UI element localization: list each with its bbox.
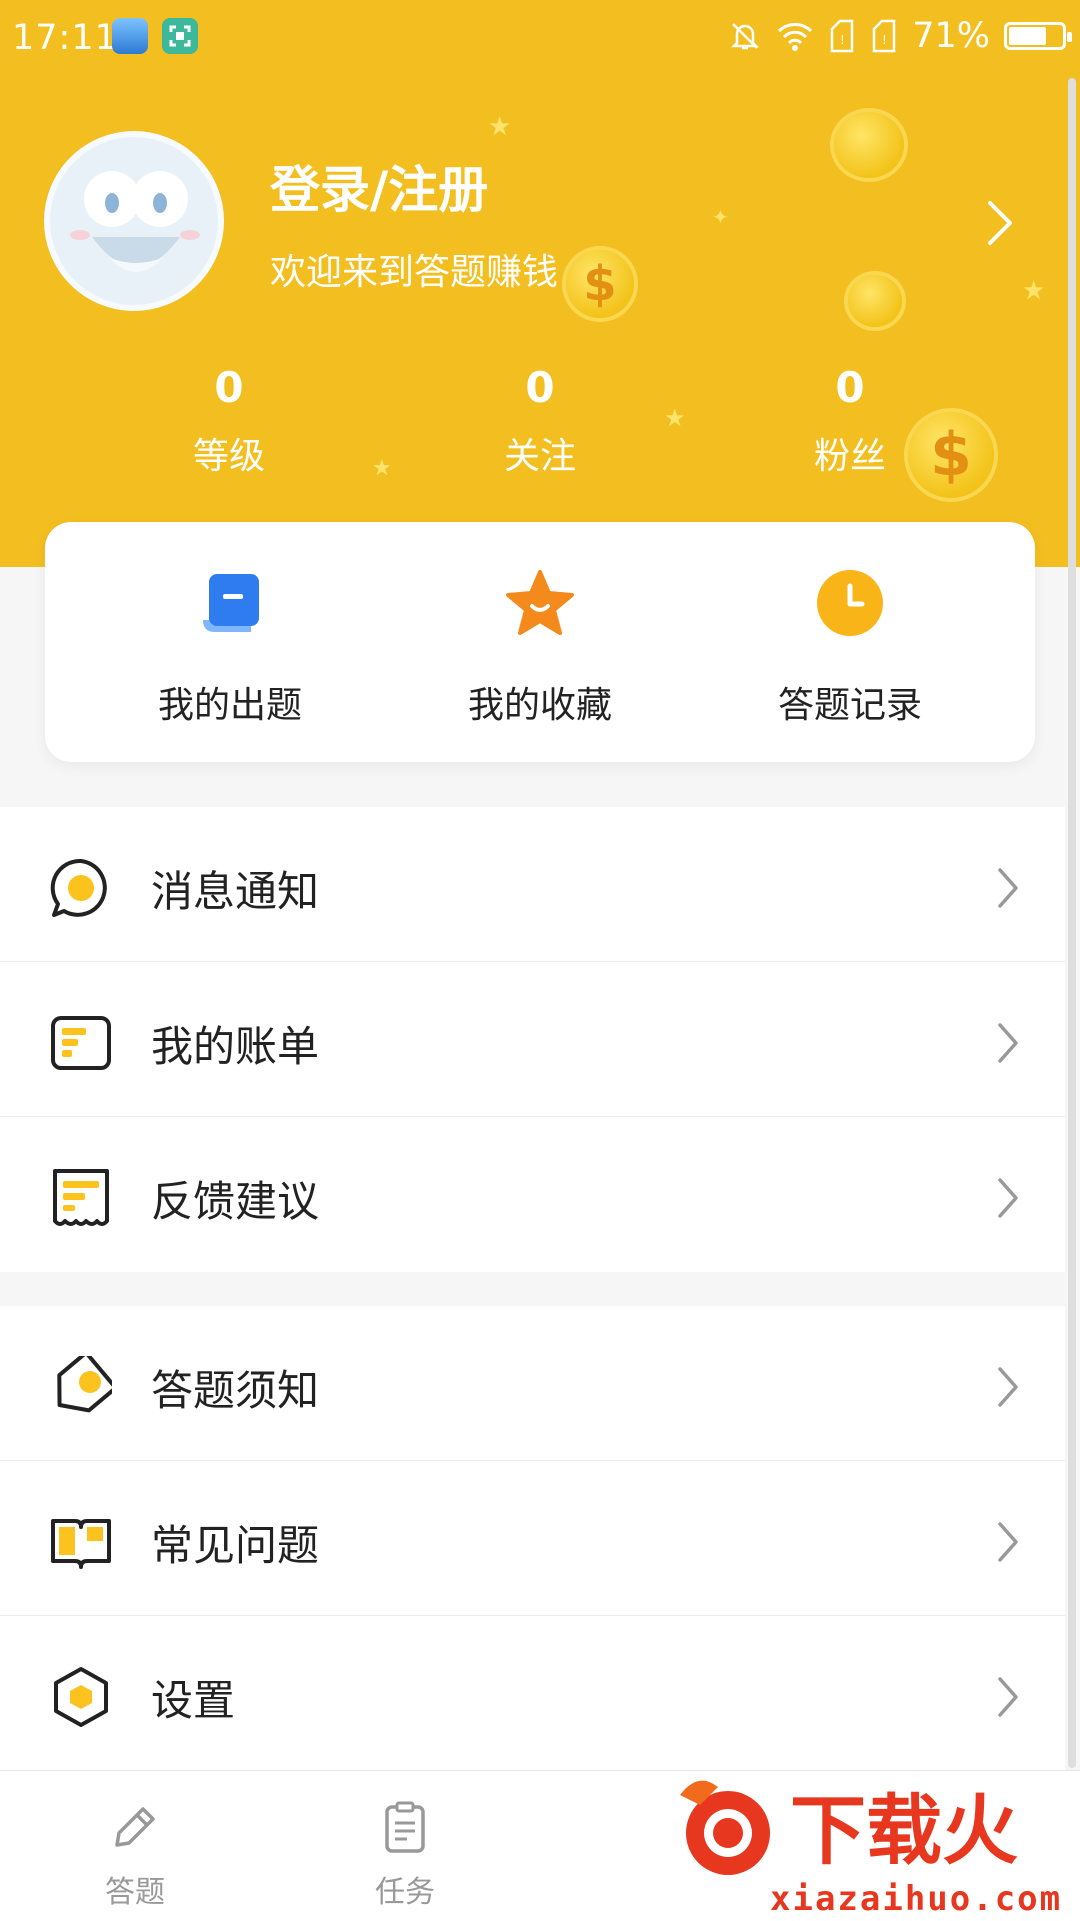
stat-value: 0	[525, 363, 555, 412]
screenshot-icon	[162, 18, 198, 54]
menu-item-answer-notice[interactable]: 答题须知	[0, 1306, 1065, 1461]
quick-action-label: 我的收藏	[467, 685, 612, 726]
sparkle-icon: ★	[488, 112, 512, 142]
menu-item-label: 答题须知	[151, 1366, 320, 1415]
battery-icon	[1004, 22, 1072, 50]
gallery-icon	[112, 18, 148, 54]
watermark-logo: 下载火 xiazaihuo.com	[680, 1780, 1062, 1919]
my-questions-icon	[203, 574, 259, 632]
coin-decoration-icon	[848, 275, 902, 327]
chevron-right-icon	[998, 1023, 1018, 1063]
sim2-icon: !	[872, 19, 896, 53]
pencil-icon	[115, 1807, 155, 1847]
menu-item-feedback[interactable]: 反馈建议	[0, 1117, 1065, 1272]
stat-following[interactable]: 0 关注	[430, 363, 650, 479]
clock-icon	[817, 570, 883, 636]
status-time: 17:11	[12, 18, 118, 58]
stat-label: 粉丝	[813, 436, 886, 477]
sparkle-icon: ★	[664, 404, 686, 432]
watermark-url: xiazaihuo.com	[770, 1879, 1062, 1919]
quick-action-label: 答题记录	[777, 685, 922, 726]
coin-decoration-icon	[834, 112, 904, 178]
favorite-star-icon	[506, 570, 574, 635]
dollar-coin-icon: $	[566, 250, 634, 318]
scrollbar[interactable]	[1068, 78, 1076, 1768]
stat-value: 0	[835, 363, 865, 412]
quick-action-my-questions[interactable]: 我的出题	[80, 568, 380, 728]
menu-item-faq[interactable]: 常见问题	[0, 1461, 1065, 1616]
message-bubble-icon	[50, 858, 107, 917]
login-register-title[interactable]: 登录/注册	[270, 150, 488, 222]
stat-level[interactable]: 0 等级	[119, 363, 339, 479]
stat-value: 0	[214, 363, 244, 412]
book-icon	[51, 1519, 111, 1569]
welcome-subtitle: 欢迎来到答题赚钱	[270, 252, 559, 293]
stat-label: 关注	[503, 436, 576, 477]
menu-item-label: 消息通知	[151, 867, 320, 916]
bill-icon	[51, 1016, 111, 1070]
menu-item-my-bill[interactable]: 我的账单	[0, 962, 1065, 1117]
battery-percent: 71%	[912, 16, 990, 56]
stat-label: 等级	[192, 436, 265, 477]
chevron-right-icon[interactable]	[985, 198, 1015, 248]
status-bar: 17:11 ! ! 71%	[0, 0, 1080, 78]
menu-item-label: 反馈建议	[151, 1177, 320, 1226]
hexagon-settings-icon	[54, 1667, 108, 1727]
menu-item-label: 常见问题	[151, 1521, 320, 1570]
chevron-right-icon	[998, 1178, 1018, 1218]
chevron-right-icon	[998, 1677, 1018, 1717]
menu-item-label: 我的账单	[151, 1022, 320, 1071]
menu-item-notifications[interactable]: 消息通知	[0, 807, 1065, 962]
chevron-right-icon	[998, 868, 1018, 908]
quick-action-favorites[interactable]: 我的收藏	[390, 568, 690, 728]
quick-actions-card: 我的出题 我的收藏 答题记录	[45, 522, 1035, 762]
tag-icon	[57, 1356, 112, 1413]
quick-action-answer-history[interactable]: 答题记录	[700, 568, 1000, 728]
menu-group-2: 答题须知 常见问题 设置	[0, 1306, 1065, 1771]
sparkle-icon: ★	[372, 456, 392, 481]
chevron-right-icon	[998, 1367, 1018, 1407]
wifi-icon	[778, 23, 813, 51]
chevron-right-icon	[998, 1522, 1018, 1562]
sparkle-icon: ★	[1022, 276, 1046, 306]
watermark-logo-text: 下载火	[790, 1786, 1018, 1875]
mute-bell-icon	[731, 23, 760, 50]
menu-item-settings[interactable]: 设置	[0, 1616, 1065, 1771]
tab-label: 答题	[105, 1875, 165, 1910]
svg-text:!: !	[882, 33, 887, 47]
avatar[interactable]	[44, 131, 224, 311]
svg-text:!: !	[840, 33, 845, 47]
sparkle-icon: ✦	[712, 205, 729, 229]
tab-answer[interactable]: 答题	[65, 1799, 205, 1911]
stat-fans[interactable]: 0 粉丝	[740, 363, 960, 479]
sim1-icon: !	[830, 19, 854, 53]
clipboard-icon	[385, 1801, 425, 1853]
menu-item-label: 设置	[151, 1676, 236, 1725]
tab-tasks[interactable]: 任务	[335, 1799, 475, 1911]
quick-action-label: 我的出题	[157, 685, 302, 726]
tab-label: 任务	[375, 1875, 435, 1910]
feedback-receipt-icon	[53, 1169, 109, 1226]
profile-header: $ $ ★ ✦ ★ ★ ★ 17:11 ! ! 71% 登录/注册 欢迎来到答题…	[0, 0, 1080, 567]
menu-group-1: 消息通知 我的账单 反馈建议	[0, 807, 1065, 1272]
